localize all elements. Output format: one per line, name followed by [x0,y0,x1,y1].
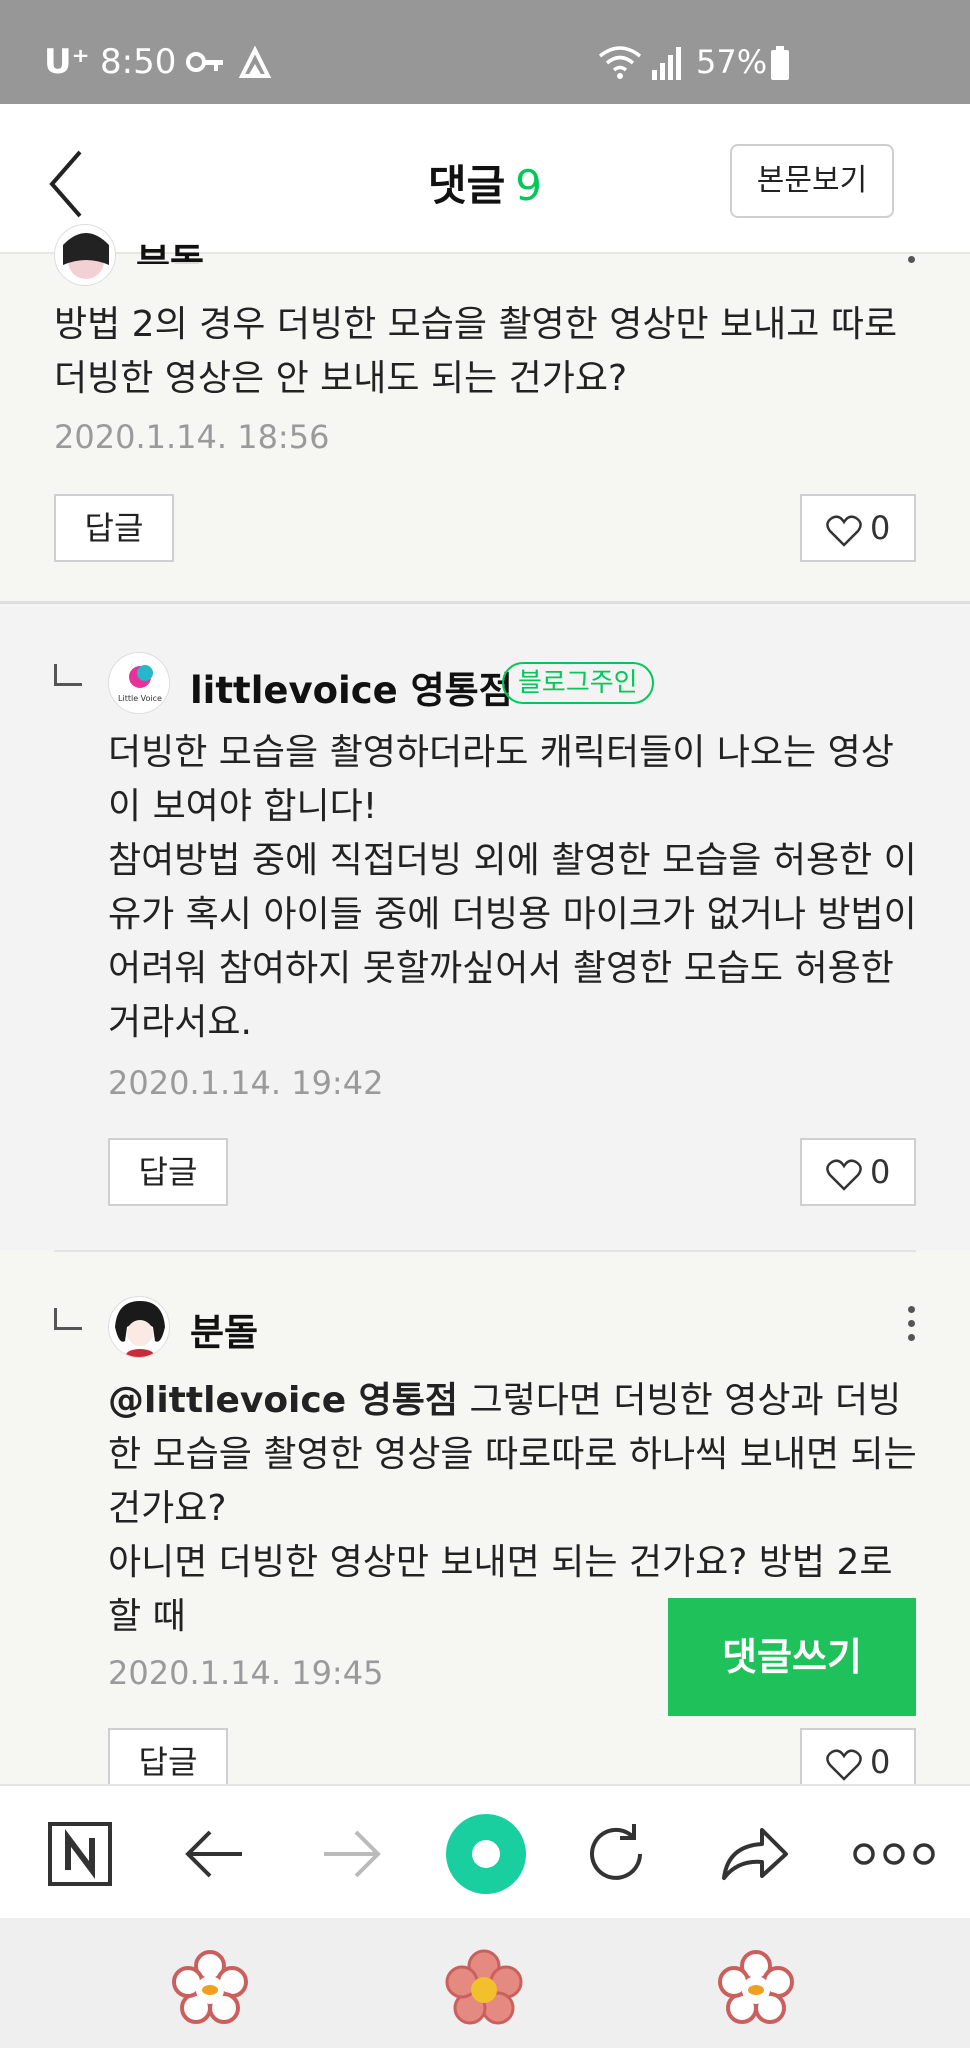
green-dot-icon[interactable] [440,1808,532,1900]
reply-button[interactable]: 답글 [54,494,174,562]
more-icon[interactable] [848,1816,940,1892]
comment-item: 분돌 방법 2의 경우 더빙한 모습을 촬영한 영상만 보내고 따로 더빙한 영… [0,224,970,604]
clock: 8:50 [100,42,177,82]
avatar [54,224,116,286]
key-icon [186,52,223,72]
avatar [108,1296,170,1358]
title-label: 댓글 [427,161,506,210]
reply-indent-icon [54,1308,82,1330]
mention-link[interactable]: @littlevoice 영통점 [108,1380,458,1421]
wifi-icon [598,46,642,79]
more-options-icon[interactable] [908,1306,918,1348]
flower-center-icon[interactable] [444,1948,524,2028]
forward-arrow-icon[interactable] [310,1816,390,1892]
carrier-label: U⁺ [44,42,90,82]
system-nav-bar [0,1918,970,2048]
blog-owner-badge: 블로그주인 [502,662,654,704]
like-count: 0 [870,509,891,547]
comment-count: 9 [515,161,542,210]
like-count: 0 [870,1153,891,1191]
comment-date: 2020.1.14. 18:56 [54,418,330,456]
comment-date: 2020.1.14. 19:45 [108,1654,384,1692]
cloud-upload-icon [238,46,272,78]
comment-reply-item: Little Voice littlevoice 영통점 블로그주인 더빙한 모… [0,604,970,1250]
like-button[interactable]: 0 [800,1138,916,1206]
heart-icon [826,515,862,547]
naver-home-icon[interactable] [40,1816,120,1892]
svg-text:Little Voice: Little Voice [118,694,162,703]
reply-indent-icon [54,664,82,686]
back-arrow-icon[interactable] [176,1816,256,1892]
comment-author: 분돌 [190,1311,259,1354]
like-button[interactable]: 0 [800,494,916,562]
comment-text: 방법 2의 경우 더빙한 모습을 촬영한 영상만 보내고 따로 더빙한 영상은 … [54,304,898,399]
write-comment-button[interactable]: 댓글쓰기 [668,1598,916,1716]
heart-icon [826,1749,862,1781]
avatar: Little Voice [108,652,170,714]
share-icon[interactable] [714,1816,794,1892]
battery-percent: 57% [696,43,768,81]
divider [54,1250,916,1252]
flower-right-icon[interactable] [716,1948,796,2028]
status-bar: U⁺ 8:50 57% [0,0,970,104]
signal-icon [652,47,681,80]
comment-author: 분돌 [136,241,205,264]
flower-left-icon[interactable] [170,1948,250,2028]
reply-button[interactable]: 답글 [108,1138,228,1206]
battery-icon [771,46,789,80]
browser-toolbar [0,1784,970,1918]
comment-date: 2020.1.14. 19:42 [108,1064,384,1102]
refresh-icon[interactable] [578,1816,658,1892]
more-options-icon[interactable] [908,256,918,270]
heart-icon [826,1159,862,1191]
comment-author: littlevoice 영통점 [190,669,513,712]
view-post-button[interactable]: 본문보기 [730,144,894,218]
comment-text: 더빙한 모습을 촬영하더라도 캐릭터들이 나오는 영상이 보여야 합니다! 참여… [108,732,917,1043]
